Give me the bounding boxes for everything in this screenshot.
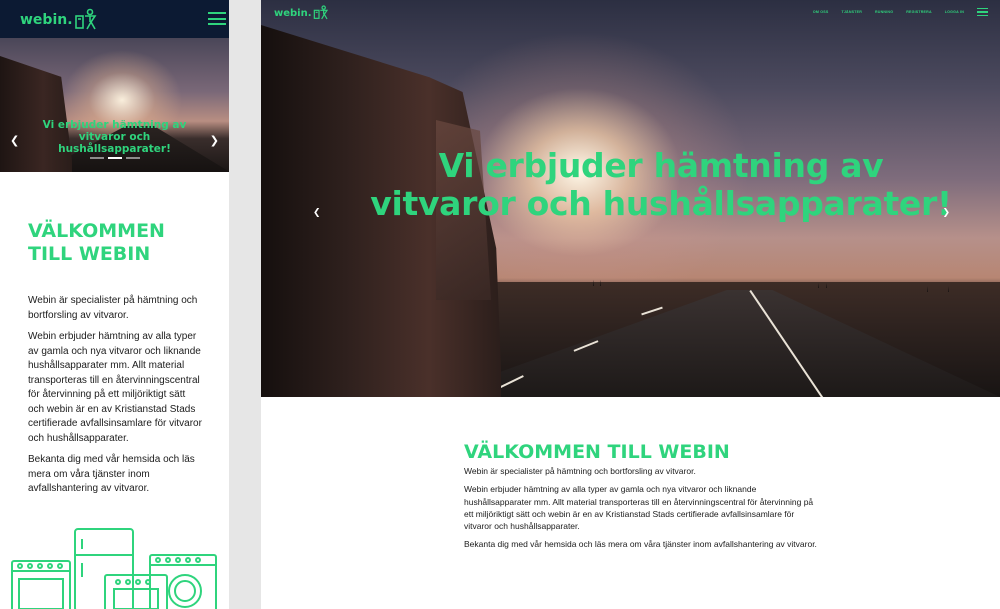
nav-item[interactable]: RUNNING bbox=[875, 10, 893, 14]
mobile-paragraph: Bekanta dig med vår hemsida och läs mera… bbox=[28, 454, 195, 494]
hamburger-menu-icon[interactable] bbox=[977, 8, 988, 16]
carousel-prev-icon[interactable]: ❮ bbox=[10, 134, 19, 147]
desktop-hero-title: Vi erbjuder hämtning av vitvaror och hus… bbox=[370, 146, 952, 223]
desktop-hero-carousel: webin. OM OSS TJÄNSTER RUNNING REGISTRER… bbox=[261, 0, 1000, 397]
carousel-dot[interactable] bbox=[126, 157, 140, 159]
logo-mark-icon bbox=[313, 5, 328, 20]
nav-item[interactable]: TJÄNSTER bbox=[841, 10, 862, 14]
logo-text: webin. bbox=[274, 7, 312, 19]
logo-mark-icon bbox=[74, 8, 97, 30]
carousel-indicators bbox=[90, 157, 140, 159]
carousel-next-icon[interactable]: ❯ bbox=[942, 208, 950, 218]
carousel-dot-active[interactable] bbox=[108, 157, 122, 159]
desktop-welcome-heading: VÄLKOMMEN TILL WEBIN bbox=[464, 441, 730, 463]
mobile-content: VÄLKOMMEN TILL WEBIN Webin är specialist… bbox=[0, 172, 229, 497]
desktop-content: VÄLKOMMEN TILL WEBIN Webin är specialist… bbox=[464, 441, 824, 557]
desktop-logo[interactable]: webin. bbox=[274, 5, 329, 21]
nav-item[interactable]: LOGGA IN bbox=[945, 10, 964, 14]
desktop-nav: OM OSS TJÄNSTER RUNNING REGISTRERA LOGGA… bbox=[813, 10, 964, 14]
mobile-hero-carousel: Vi erbjuder hämtning av vitvaror och hus… bbox=[0, 38, 229, 172]
mobile-logo[interactable]: webin. bbox=[20, 8, 98, 32]
desktop-paragraph: Bekanta dig med vår hemsida och läs mera… bbox=[464, 539, 817, 550]
nav-item[interactable]: REGISTRERA bbox=[906, 10, 932, 14]
carousel-dot[interactable] bbox=[90, 157, 104, 159]
desktop-header: webin. OM OSS TJÄNSTER RUNNING REGISTRER… bbox=[261, 0, 1000, 28]
hamburger-menu-icon[interactable] bbox=[208, 12, 226, 25]
mobile-header: webin. bbox=[0, 0, 229, 38]
carousel-next-icon[interactable]: ❯ bbox=[210, 134, 219, 147]
desktop-paragraph: Webin är specialister på hämtning och bo… bbox=[464, 466, 696, 476]
desktop-preview: webin. OM OSS TJÄNSTER RUNNING REGISTRER… bbox=[261, 0, 1000, 609]
carousel-prev-icon[interactable]: ❮ bbox=[313, 208, 321, 218]
logo-text: webin. bbox=[20, 12, 73, 28]
mobile-preview: webin. Vi erbjuder hämtning av vitvaror … bbox=[0, 0, 229, 609]
desktop-paragraph: Webin erbjuder hämtning av alla typer av… bbox=[464, 484, 814, 532]
mobile-welcome-heading: VÄLKOMMEN TILL WEBIN bbox=[28, 220, 165, 265]
mobile-paragraph: Webin erbjuder hämtning av alla typer av… bbox=[28, 331, 202, 444]
mobile-hero-title: Vi erbjuder hämtning av vitvaror och hus… bbox=[42, 119, 187, 155]
mobile-paragraph: Webin är specialister på hämtning och bo… bbox=[28, 295, 198, 321]
nav-item[interactable]: OM OSS bbox=[813, 10, 829, 14]
appliances-illustration bbox=[11, 528, 217, 609]
